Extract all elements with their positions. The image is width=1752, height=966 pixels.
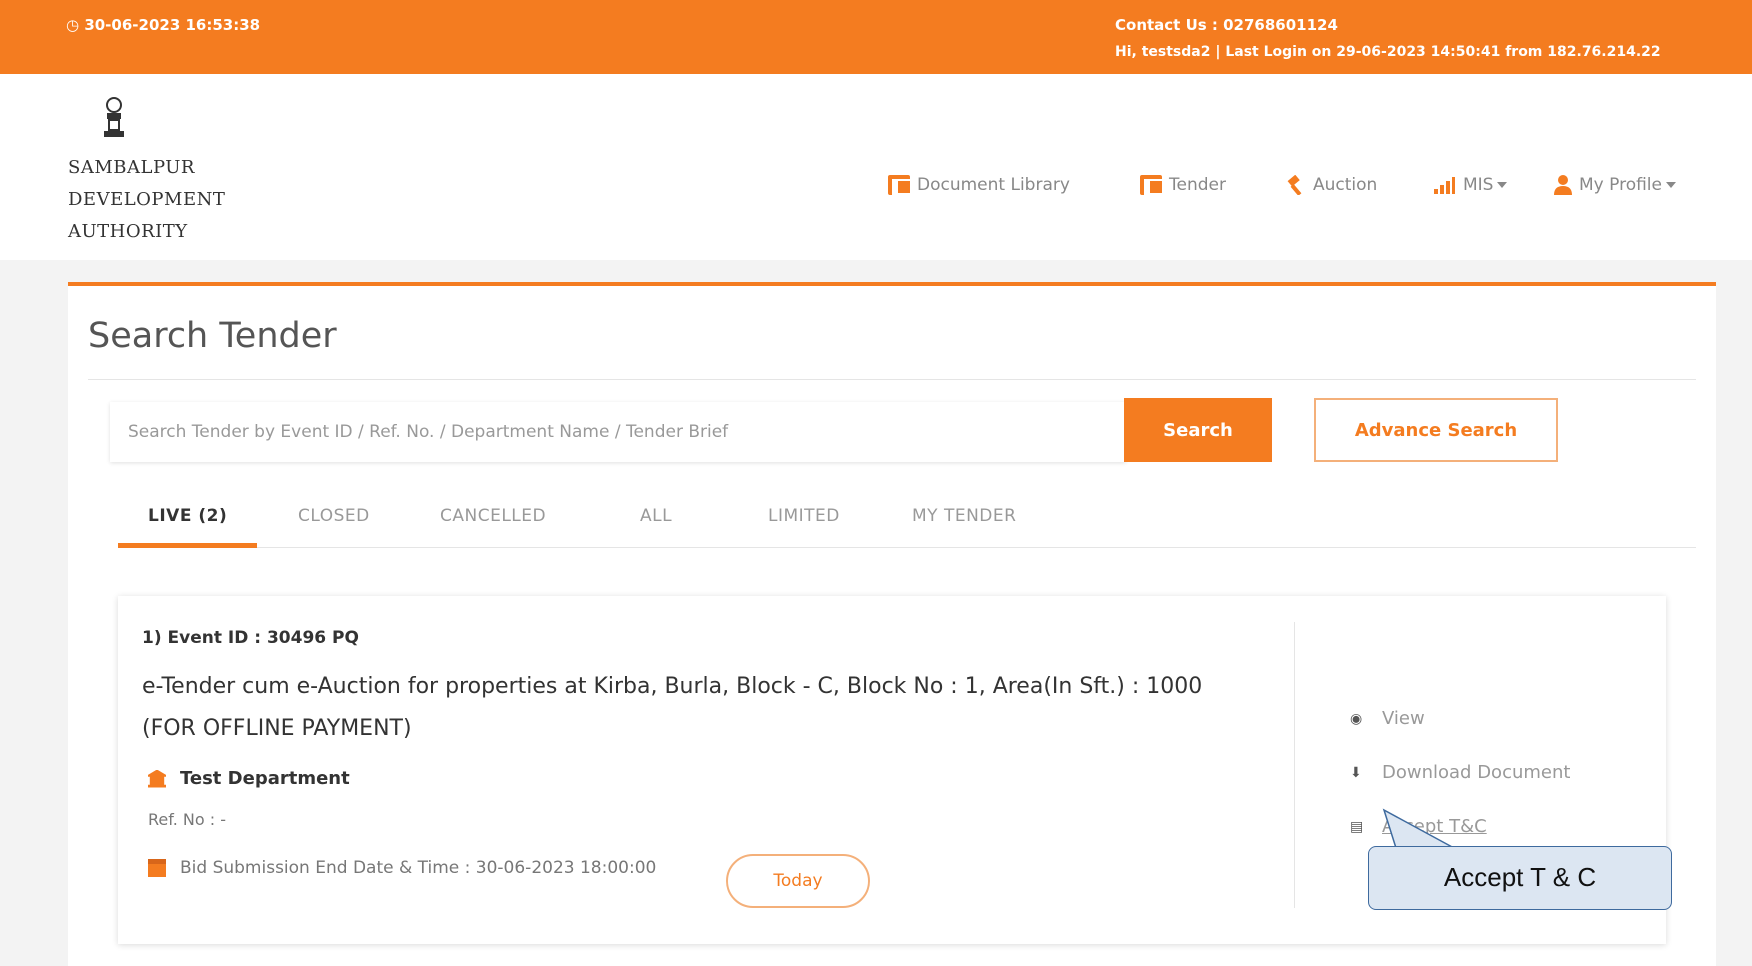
nav-document-library[interactable]: Document Library [888,170,1070,200]
tab-my-tender[interactable]: MY TENDER [912,496,1016,548]
department-name: Test Department [180,768,350,789]
tab-live[interactable]: LIVE (2) [118,496,258,548]
gavel-icon [1287,175,1302,195]
login-info: Hi, testsda2 | Last Login on 29-06-2023 … [1115,44,1661,60]
tender-status-tabs: LIVE (2) CLOSED CANCELLED ALL LIMITED MY… [118,496,1696,548]
divider [88,379,1696,380]
search-input[interactable] [110,402,1126,462]
nav-label: Auction [1313,175,1378,195]
department: Test Department [148,768,350,789]
nav-tender[interactable]: Tender [1140,170,1226,200]
advance-search-button[interactable]: Advance Search [1314,398,1558,462]
top-bar: ◷ 30-06-2023 16:53:38 Contact Us : 02768… [0,0,1752,74]
document-icon: ▤ [1350,818,1364,835]
tab-all[interactable]: ALL [640,496,672,548]
nav-mis[interactable]: MIS [1432,170,1508,200]
org-name-line: SAMBALPUR [68,157,195,178]
emblem-logo [104,97,124,137]
nav-my-profile[interactable]: My Profile [1554,170,1676,200]
bid-end-date: Bid Submission End Date & Time : 30-06-2… [148,858,656,878]
nav-label: Document Library [917,175,1070,195]
org-name-line: AUTHORITY [68,221,188,242]
org-name-line: DEVELOPMENT [68,189,226,210]
org-name: SAMBALPUR DEVELOPMENT AUTHORITY [68,152,225,248]
page-title: Search Tender [88,316,337,356]
today-badge[interactable]: Today [726,854,870,908]
tender-title: e-Tender cum e-Auction for properties at… [142,674,1203,741]
tab-limited[interactable]: LIMITED [768,496,840,548]
tab-cancelled[interactable]: CANCELLED [440,496,546,548]
calendar-icon [148,859,166,877]
bid-end-text: Bid Submission End Date & Time : 30-06-2… [180,858,657,878]
search-button[interactable]: Search [1124,398,1272,462]
nav-auction[interactable]: Auction [1284,170,1377,200]
download-icon: ⬇ [1350,764,1362,781]
divider [1294,622,1295,908]
nav-label: MIS [1463,175,1494,195]
contact-info: Contact Us : 02768601124 [1115,16,1338,34]
event-id: 1) Event ID : 30496 PQ [142,628,359,648]
action-label: Download Document [1382,762,1571,783]
eye-icon: ◉ [1350,710,1363,727]
chevron-down-icon [1666,182,1676,188]
bar-chart-icon [1434,177,1455,194]
tender-icon [1140,175,1166,195]
library-icon [888,175,914,195]
action-label: View [1382,708,1425,729]
bank-icon [148,769,166,788]
user-icon [1554,175,1572,195]
callout-annotation: Accept T & C [1368,846,1672,910]
site-header: SAMBALPUR DEVELOPMENT AUTHORITY Document… [0,74,1752,260]
callout-pointer [1382,808,1455,849]
nav-label: My Profile [1579,175,1662,195]
datetime-text: 30-06-2023 16:53:38 [84,16,261,34]
nav-label: Tender [1169,175,1226,195]
view-link[interactable]: ◉ View [1350,708,1425,729]
current-datetime: ◷ 30-06-2023 16:53:38 [66,16,261,34]
ref-no: Ref. No : - [148,810,226,829]
tab-closed[interactable]: CLOSED [298,496,370,548]
chevron-down-icon [1497,182,1508,188]
download-document-link[interactable]: ⬇ Download Document [1350,762,1570,783]
